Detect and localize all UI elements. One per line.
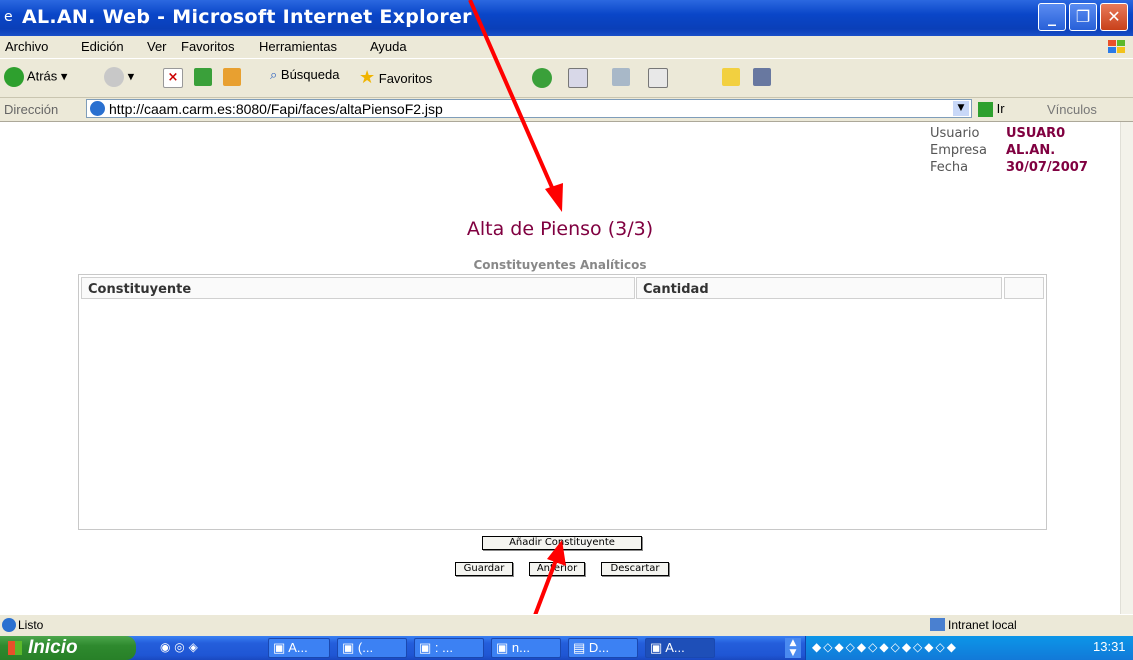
system-tray: ◆◇◆◇◆◇◆◇◆◇◆◇◆ 13:31 — [805, 636, 1133, 660]
start-button[interactable]: Inicio — [0, 636, 136, 660]
intranet-icon — [930, 618, 945, 631]
arrow-to-title-head — [545, 183, 563, 212]
annotation-arrows — [468, 0, 566, 660]
status-text: Listo — [18, 618, 44, 632]
zone-text: Intranet local — [948, 618, 1017, 632]
quicklaunch-icons[interactable]: ◉ ◎ ◈ — [160, 640, 198, 654]
taskbar-scroll-icon[interactable]: ▲ ▼ — [785, 638, 801, 658]
task-label-2: (... — [357, 640, 374, 655]
arrow-to-button-head — [547, 540, 566, 566]
task-button-1[interactable]: ▣ A... — [268, 638, 330, 658]
page-status-icon — [2, 618, 16, 632]
task-label-4: n... — [511, 640, 530, 655]
clock: 13:31 — [1093, 639, 1126, 654]
task-label-3: : ... — [434, 640, 453, 655]
task-button-2[interactable]: ▣ (... — [337, 638, 407, 658]
task-label-1: A... — [288, 640, 308, 655]
start-label: Inicio — [28, 637, 78, 658]
tray-icons[interactable]: ◆◇◆◇◆◇◆◇◆◇◆◇◆ — [812, 640, 958, 654]
task-label-6: A... — [665, 640, 685, 655]
task-button-4[interactable]: ▣ n... — [491, 638, 561, 658]
task-label-5: D... — [588, 640, 610, 655]
status-bar: Listo Intranet local — [0, 614, 1133, 637]
windows-flag-icon — [8, 641, 22, 655]
task-button-5[interactable]: ▤ D... — [568, 638, 638, 658]
taskbar: Inicio ◉ ◎ ◈ ▣ A... ▣ (... ▣ : ... ▣ n..… — [0, 636, 1133, 660]
task-button-6[interactable]: ▣ A... — [645, 638, 715, 658]
arrow-to-title — [468, 0, 556, 193]
task-button-3[interactable]: ▣ : ... — [414, 638, 484, 658]
